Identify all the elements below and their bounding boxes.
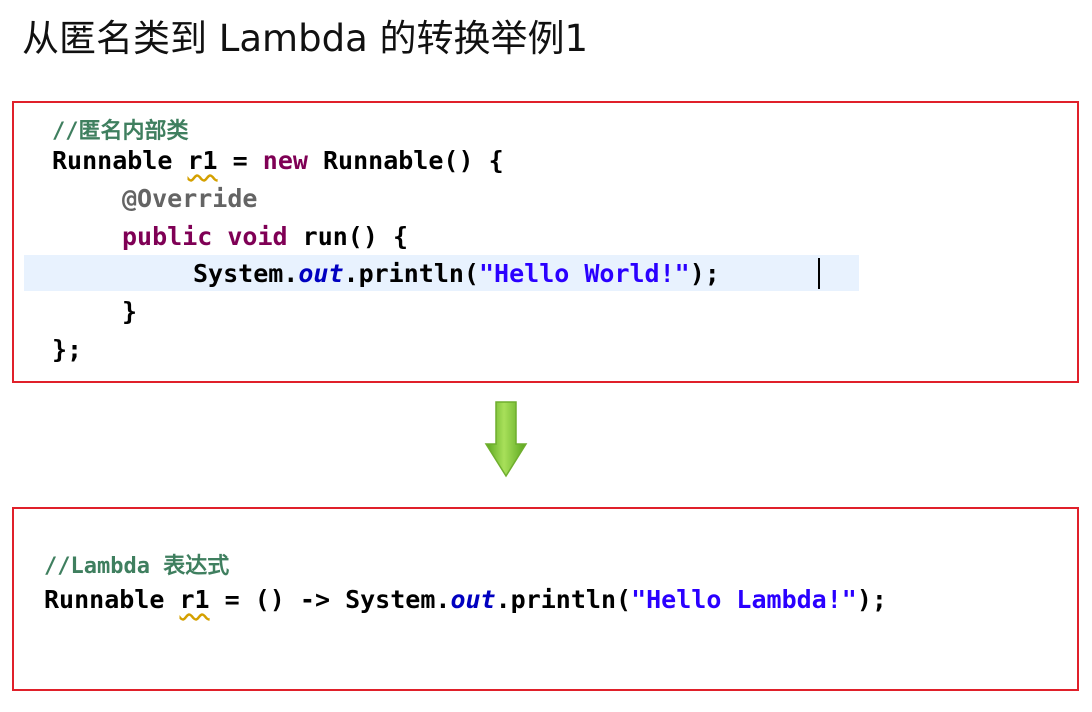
code-line-annotation: @Override bbox=[122, 184, 258, 213]
text-caret bbox=[818, 258, 820, 289]
code-comment: //Lambda 表达式 bbox=[44, 554, 230, 579]
down-arrow-icon bbox=[484, 401, 528, 478]
code-comment: //匿名内部类 bbox=[52, 119, 189, 144]
code-line: Runnable r1 = new Runnable() { bbox=[52, 146, 504, 175]
code-line: }; bbox=[52, 335, 83, 364]
code-line: public void run() { bbox=[122, 222, 409, 251]
code-line: Runnable r1 = () -> System.out.println("… bbox=[44, 585, 887, 614]
warning-variable: r1 bbox=[187, 146, 218, 175]
warning-variable: r1 bbox=[179, 585, 210, 614]
code-line-active: System.out.println("Hello World!"); bbox=[193, 259, 720, 288]
code-line: } bbox=[122, 297, 138, 326]
page-title: 从匿名类到 Lambda 的转换举例1 bbox=[22, 17, 589, 60]
